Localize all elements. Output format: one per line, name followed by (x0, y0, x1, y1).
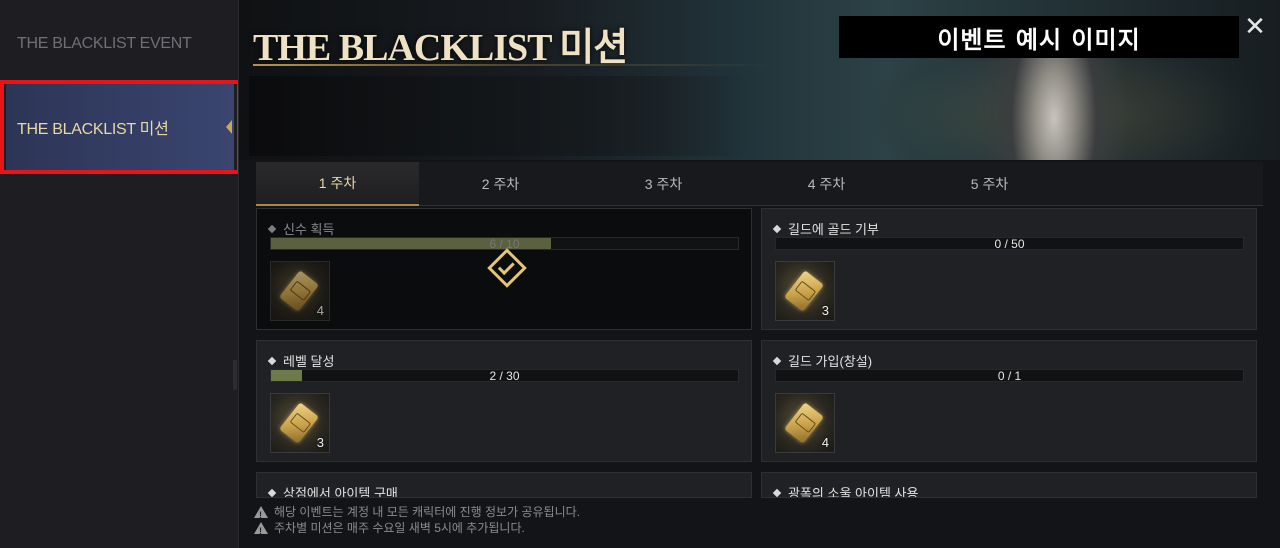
character-illustration (979, 40, 1129, 160)
sidebar-item-blacklist-event[interactable]: THE BLACKLIST EVENT (0, 22, 238, 66)
reward-count: 3 (316, 435, 324, 450)
progress-bar: 0 / 50 (775, 237, 1244, 250)
mission-card: 상점에서 아이템 구매 (256, 472, 752, 498)
bullet-icon (267, 488, 277, 497)
ticket-icon (279, 270, 319, 312)
bullet-icon (267, 224, 277, 233)
mission-title: 레벨 달성 (283, 354, 335, 369)
reward-count: 4 (316, 303, 324, 318)
notice-area: 해당 이벤트는 계정 내 모든 캐릭터에 진행 정보가 공유됩니다. 주차별 미… (254, 504, 581, 539)
notice-line: 주차별 미션은 매주 수요일 새벽 5시에 추가됩니다. (254, 520, 580, 539)
tab-week-4[interactable]: 4 주차 (745, 162, 908, 206)
progress-text: 0 / 50 (994, 237, 1025, 251)
tab-week-1[interactable]: 1 주차 (256, 162, 419, 206)
warning-icon (254, 522, 268, 539)
notice-text: 해당 이벤트는 계정 내 모든 캐릭터에 진행 정보가 공유됩니다. (274, 505, 581, 519)
mission-title-row: 신수 획득 (267, 219, 335, 238)
reward-item[interactable]: 3 (775, 261, 835, 321)
week-tabs: 1 주차 2 주차 3 주차 4 주차 5 주차 (256, 162, 1263, 206)
bullet-icon (772, 224, 782, 233)
ticket-icon (279, 402, 319, 444)
mission-card: 길드 가입(창설) 0 / 1 4 (761, 340, 1257, 462)
notice-line: 해당 이벤트는 계정 내 모든 캐릭터에 진행 정보가 공유됩니다. (254, 504, 581, 523)
mission-card: 광폭의 소울 아이템 사용 (761, 472, 1257, 498)
sample-image-label: 이벤트 예시 이미지 (839, 16, 1239, 58)
banner-shade (249, 76, 749, 156)
progress-bar: 0 / 1 (775, 369, 1244, 382)
ticket-icon (784, 270, 824, 312)
event-banner: THE BLACKLIST 미션 이벤트 예시 이미지 ✕ (239, 0, 1280, 160)
title-underline (253, 64, 773, 66)
progress-text: 6 / 10 (489, 237, 520, 251)
mission-card: 레벨 달성 2 / 30 3 (256, 340, 752, 462)
progress-text: 2 / 30 (489, 369, 520, 383)
bullet-icon (772, 488, 782, 497)
ticket-icon (784, 402, 824, 444)
mission-title: 길드에 골드 기부 (788, 222, 879, 237)
mission-title-row: 상점에서 아이템 구매 (267, 483, 398, 498)
reward-item[interactable]: 3 (270, 393, 330, 453)
reward-item[interactable]: 4 (775, 393, 835, 453)
notice-text: 주차별 미션은 매주 수요일 새벽 5시에 추가됩니다. (274, 521, 525, 535)
mission-title-row: 길드에 골드 기부 (772, 219, 879, 238)
bullet-icon (267, 356, 277, 365)
warning-icon (254, 506, 268, 523)
tab-week-5[interactable]: 5 주차 (908, 162, 1071, 206)
sidebar-item-label: THE BLACKLIST EVENT (17, 35, 192, 52)
highlight-box (0, 80, 241, 174)
mission-title-row: 레벨 달성 (267, 351, 335, 370)
tab-week-2[interactable]: 2 주차 (419, 162, 582, 206)
progress-bar: 2 / 30 (270, 369, 739, 382)
mission-title: 광폭의 소울 아이템 사용 (788, 486, 919, 498)
tab-week-3[interactable]: 3 주차 (582, 162, 745, 206)
mission-panel: THE BLACKLIST 미션 이벤트 예시 이미지 ✕ 1 주차 2 주차 … (238, 0, 1280, 548)
close-icon[interactable]: ✕ (1243, 13, 1267, 39)
page-title: THE BLACKLIST 미션 (253, 27, 628, 69)
check-icon (487, 248, 527, 288)
mission-title: 길드 가입(창설) (788, 354, 873, 369)
mission-title-row: 광폭의 소울 아이템 사용 (772, 483, 919, 498)
mission-title-row: 길드 가입(창설) (772, 351, 873, 370)
progress-text: 0 / 1 (997, 369, 1022, 383)
mission-card: 신수 획득 6 / 10 4 (256, 208, 752, 330)
sidebar-scrollbar[interactable] (233, 360, 237, 390)
mission-title: 신수 획득 (283, 222, 335, 237)
reward-count: 3 (821, 303, 829, 318)
mission-title: 상점에서 아이템 구매 (283, 486, 398, 498)
mission-card: 길드에 골드 기부 0 / 50 3 (761, 208, 1257, 330)
progress-bar: 6 / 10 (270, 237, 739, 250)
reward-item[interactable]: 4 (270, 261, 330, 321)
reward-count: 4 (821, 435, 829, 450)
bullet-icon (772, 356, 782, 365)
